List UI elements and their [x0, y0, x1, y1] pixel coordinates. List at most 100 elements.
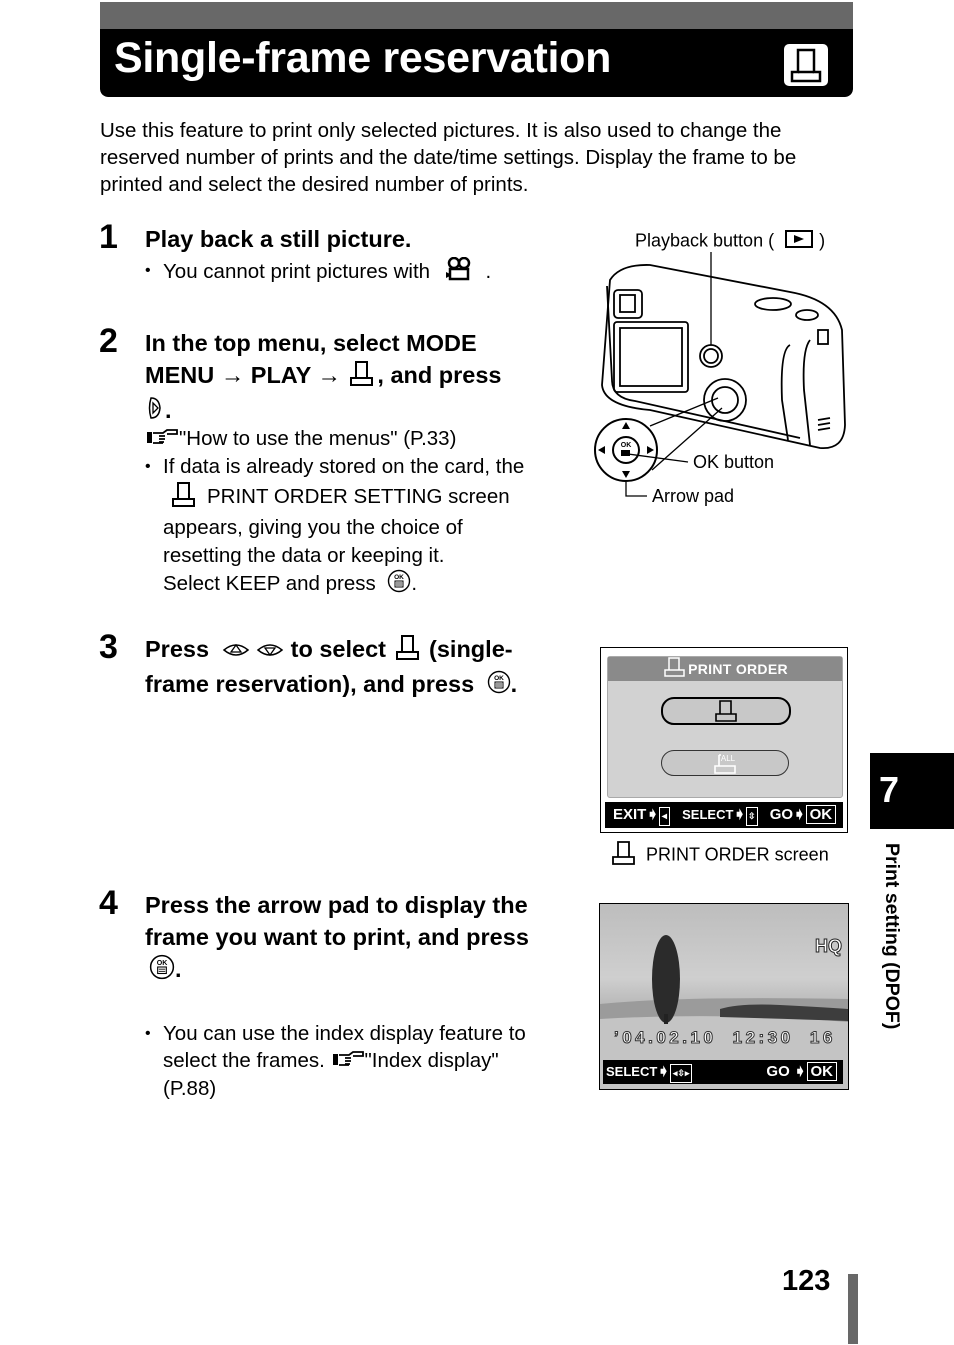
quality-indicator: HQ	[815, 936, 843, 957]
arrow-symbol: →	[317, 362, 341, 388]
print-reservation-icon	[784, 44, 828, 86]
bullet-line: appears, giving you the choice of	[163, 516, 463, 540]
movie-icon	[444, 256, 474, 289]
camera-illustration: OK	[594, 252, 846, 497]
title-bar-top	[100, 2, 853, 29]
step-3-title-line2: frame reservation), and press OK .	[145, 668, 575, 702]
bullet-line-text: Select KEEP and press	[163, 572, 376, 596]
step-4-title-line3: OK .	[145, 953, 575, 988]
bullet-line: PRINT ORDER SETTING screen	[163, 481, 565, 515]
go-label: GO	[769, 806, 794, 823]
bullet-line: select the frames. "Index display"	[163, 1047, 593, 1075]
frame-number: 16	[809, 1028, 836, 1048]
print-reservation-icon	[169, 481, 199, 515]
step-1-bullet-end: .	[485, 260, 492, 284]
title-bar: Single-frame reservation	[100, 2, 853, 97]
step-2-bullet: If data is already stored on the card, t…	[145, 453, 565, 601]
step-4-bullet: You can use the index display feature to…	[145, 1020, 593, 1103]
select-label: SELECT	[682, 807, 734, 822]
intro-paragraph: Use this feature to print only selected …	[100, 119, 797, 196]
step-4-title-line2: frame you want to print, and press	[145, 924, 529, 950]
chapter-label-text: Print setting (DPOF)	[881, 843, 903, 1030]
photo-time: 12:30	[732, 1028, 794, 1048]
print-reservation-icon	[610, 840, 638, 871]
print-reservation-icon	[393, 634, 423, 668]
step-1-bullet-text: You cannot print pictures with	[163, 260, 431, 284]
step-3-title-line1: Press to select (single-	[145, 633, 575, 668]
period: .	[175, 956, 182, 982]
photo-footer: SELECT➧ ◂⇳▸ GO ➧ OK	[603, 1060, 843, 1084]
playback-label-text: Playback button (	[635, 230, 775, 251]
frame-reservation-text: frame reservation), and press	[145, 670, 475, 697]
ok-button-icon: OK	[149, 954, 175, 988]
svg-text:OK: OK	[494, 675, 504, 682]
step-2-number: 2	[99, 322, 118, 360]
step-2-title-line1: In the top menu, select MODE	[145, 330, 477, 356]
arrow-icon: ➧	[646, 806, 659, 823]
single-frame-option[interactable]	[661, 697, 791, 725]
ok-box: OK	[806, 1062, 837, 1081]
step-3-title: Press to select (single- frame reservati…	[145, 633, 575, 702]
menu-text: MENU	[145, 362, 215, 388]
chapter-tab[interactable]: 7	[870, 753, 954, 829]
photo-datetime: ’04.02.10 12:30 16	[613, 1028, 836, 1048]
select-label: SELECT	[606, 1064, 658, 1079]
ok-button-icon: OK	[387, 569, 411, 601]
step-2-reference[interactable]: "How to use the menus" (P.33)	[145, 425, 565, 453]
step-3-number: 3	[99, 628, 118, 666]
print-reservation-icon	[347, 360, 377, 394]
page-edge-bar	[848, 1274, 858, 1344]
step-1-number: 1	[99, 218, 118, 256]
ok-button-icon: OK	[487, 670, 511, 702]
bullet-line: Select KEEP and press OK .	[163, 569, 565, 601]
print-reservation-icon	[662, 657, 688, 684]
left-button-icon: ◂	[658, 807, 670, 826]
step-2-title-line3: .	[145, 394, 565, 429]
caption-text: PRINT ORDER screen	[646, 844, 829, 865]
svg-text:OK: OK	[157, 960, 168, 967]
single-text: (single-	[429, 636, 513, 662]
step-2-body: "How to use the menus" (P.33) If data is…	[145, 425, 565, 601]
step-4-number: 4	[99, 884, 118, 922]
print-order-panel: PRINT ORDER ALL	[607, 656, 843, 798]
print-order-header-text: PRINT ORDER	[688, 661, 788, 678]
all-text: ALL	[721, 754, 736, 763]
bullet-line: If data is already stored on the card, t…	[163, 455, 525, 479]
print-order-caption: PRINT ORDER screen	[610, 840, 829, 871]
all-frames-option[interactable]: ALL	[661, 750, 789, 776]
arrow-icon: ➧	[733, 806, 746, 823]
index-display-link[interactable]: "Index display"	[365, 1049, 499, 1072]
arrow-right-button-icon	[145, 395, 165, 429]
arrow-icon: ➧	[793, 1063, 807, 1080]
reference-link[interactable]: "How to use the menus" (P.33)	[179, 427, 456, 450]
pad-ok-text: OK	[621, 442, 632, 449]
bullet-line: resetting the data or keeping it.	[163, 543, 445, 567]
playback-photo-screen: HQ ’04.02.10 12:30 16 SELECT➧ ◂⇳▸ GO ➧ OK	[599, 903, 849, 1090]
pointing-hand-icon	[145, 426, 179, 454]
bullet-line-text: PRINT ORDER SETTING screen	[207, 485, 510, 508]
chapter-number: 7	[879, 769, 900, 810]
page-title: Single-frame reservation	[114, 34, 612, 82]
ok-box: OK	[805, 805, 837, 824]
photo-date: ’04.02.10	[613, 1028, 717, 1048]
bullet-line: You can use the index display feature to	[163, 1021, 526, 1045]
print-order-screen: PRINT ORDER ALL EXIT➧ ◂ SELECT➧ ⇳ GO➧ OK	[600, 647, 848, 833]
arrow-up-button-icon	[222, 635, 250, 667]
pointing-hand-icon	[331, 1048, 365, 1076]
to-select-text: to select	[290, 636, 386, 662]
arrow-icon: ➧	[657, 1063, 670, 1080]
step-4-title: Press the arrow pad to display the frame…	[145, 889, 575, 988]
four-way-button-icon: ◂⇳▸	[669, 1064, 693, 1083]
arrow-down-button-icon	[256, 635, 284, 667]
step-1-title: Play back a still picture.	[145, 226, 412, 252]
arrow-pad-label: Arrow pad	[652, 486, 735, 506]
bullet-line: (P.88)	[163, 1077, 217, 1101]
step-4-title-line1: Press the arrow pad to display the	[145, 892, 528, 918]
exit-label: EXIT	[613, 806, 647, 823]
playback-label-close: )	[819, 230, 826, 251]
go-label: GO	[766, 1063, 790, 1080]
and-press-text: , and press	[377, 362, 502, 388]
arrow-symbol: →	[220, 362, 245, 388]
period: .	[411, 572, 418, 596]
press-text: Press	[145, 636, 210, 662]
